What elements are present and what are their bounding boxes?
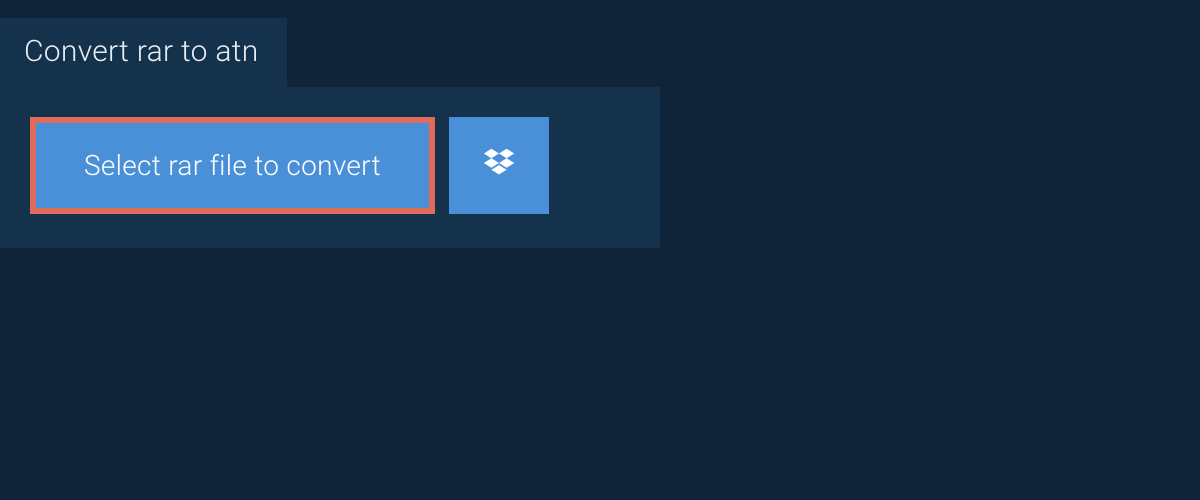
select-file-button[interactable]: Select rar file to convert [30,117,435,214]
tab-bar: Convert rar to atn [0,0,1200,87]
tab-convert[interactable]: Convert rar to atn [0,18,287,87]
convert-panel: Select rar file to convert [0,87,660,248]
dropbox-icon [480,145,518,187]
select-file-button-label: Select rar file to convert [84,149,381,182]
tab-title: Convert rar to atn [24,34,259,69]
dropbox-button[interactable] [449,117,549,214]
button-row: Select rar file to convert [30,117,630,214]
